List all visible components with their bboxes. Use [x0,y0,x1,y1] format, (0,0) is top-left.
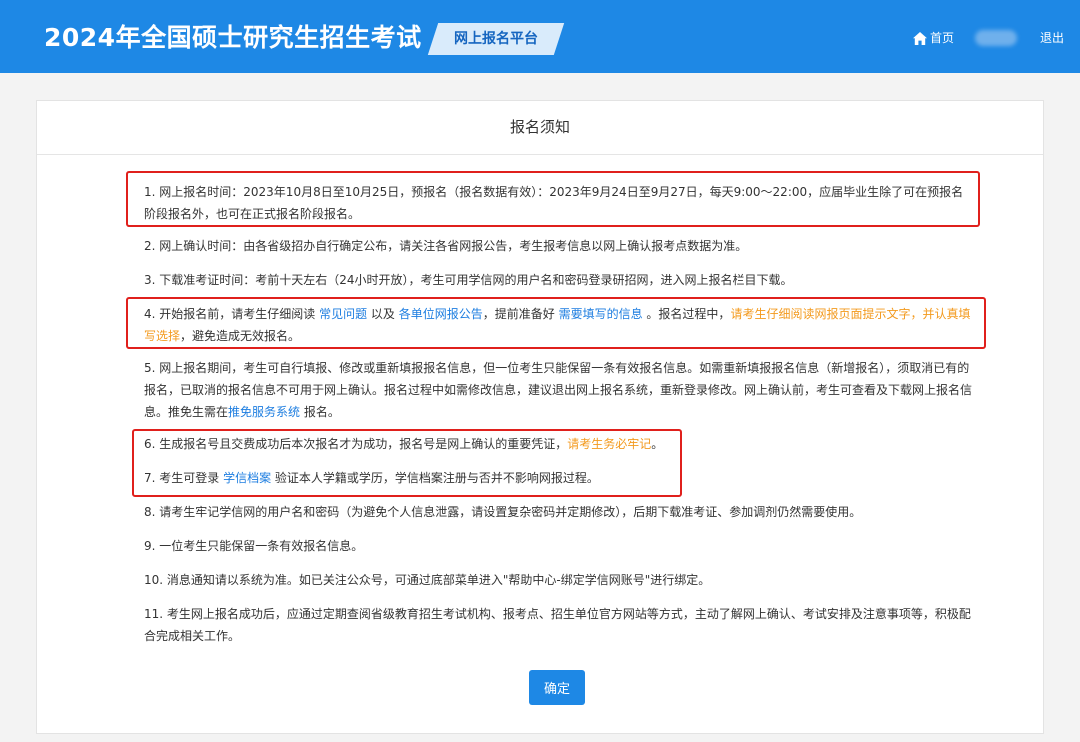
notice-8: 8. 请考生牢记学信网的用户名和密码（为避免个人信息泄露，请设置复杂密码并定期修… [144,505,862,519]
site-title: 2024年全国硕士研究生招生考试 [44,23,422,52]
confirm-button[interactable]: 确定 [529,670,585,705]
recommend-system-link[interactable]: 推免服务系统 [228,405,300,419]
home-link-label: 首页 [930,31,955,45]
highlight-box-2 [126,297,986,349]
notice-9: 9. 一位考生只能保留一条有效报名信息。 [144,539,364,553]
notice-5: 5. 网上报名期间，考生可自行填报、修改或重新填报报名信息，但一位考生只能保留一… [144,357,974,423]
notice-3: 3. 下载准考证时间：考前十天左右（24小时开放），考生可用学信网的用户名和密码… [144,273,793,287]
notice-5-text-b: 报名。 [300,405,340,419]
home-icon [913,32,927,45]
highlight-box-1 [126,171,980,227]
notice-10: 10. 消息通知请以系统为准。如已关注公众号，可通过底部菜单进入"帮助中心-绑定… [144,573,711,587]
notice-card: 报名须知 1. 网上报名时间：2023年10月8日至10月25日，预报名（报名数… [36,100,1044,734]
notice-11: 11. 考生网上报名成功后，应通过定期查阅省级教育招生考试机构、报考点、招生单位… [144,607,971,643]
notice-2: 2. 网上确认时间：由各省级招办自行确定公布，请关注各省网报公告，考生报考信息以… [144,239,748,253]
logout-link[interactable]: 退出 [1040,29,1064,47]
card-title: 报名须知 [37,101,1043,155]
top-header: 2024年全国硕士研究生招生考试 网上报名平台 首页 退出 [0,0,1080,73]
username-blurred [975,30,1017,46]
home-link[interactable]: 首页 [913,29,954,47]
platform-tag: 网上报名平台 [427,23,565,55]
highlight-box-3 [132,429,682,497]
platform-tag-label: 网上报名平台 [454,31,538,47]
